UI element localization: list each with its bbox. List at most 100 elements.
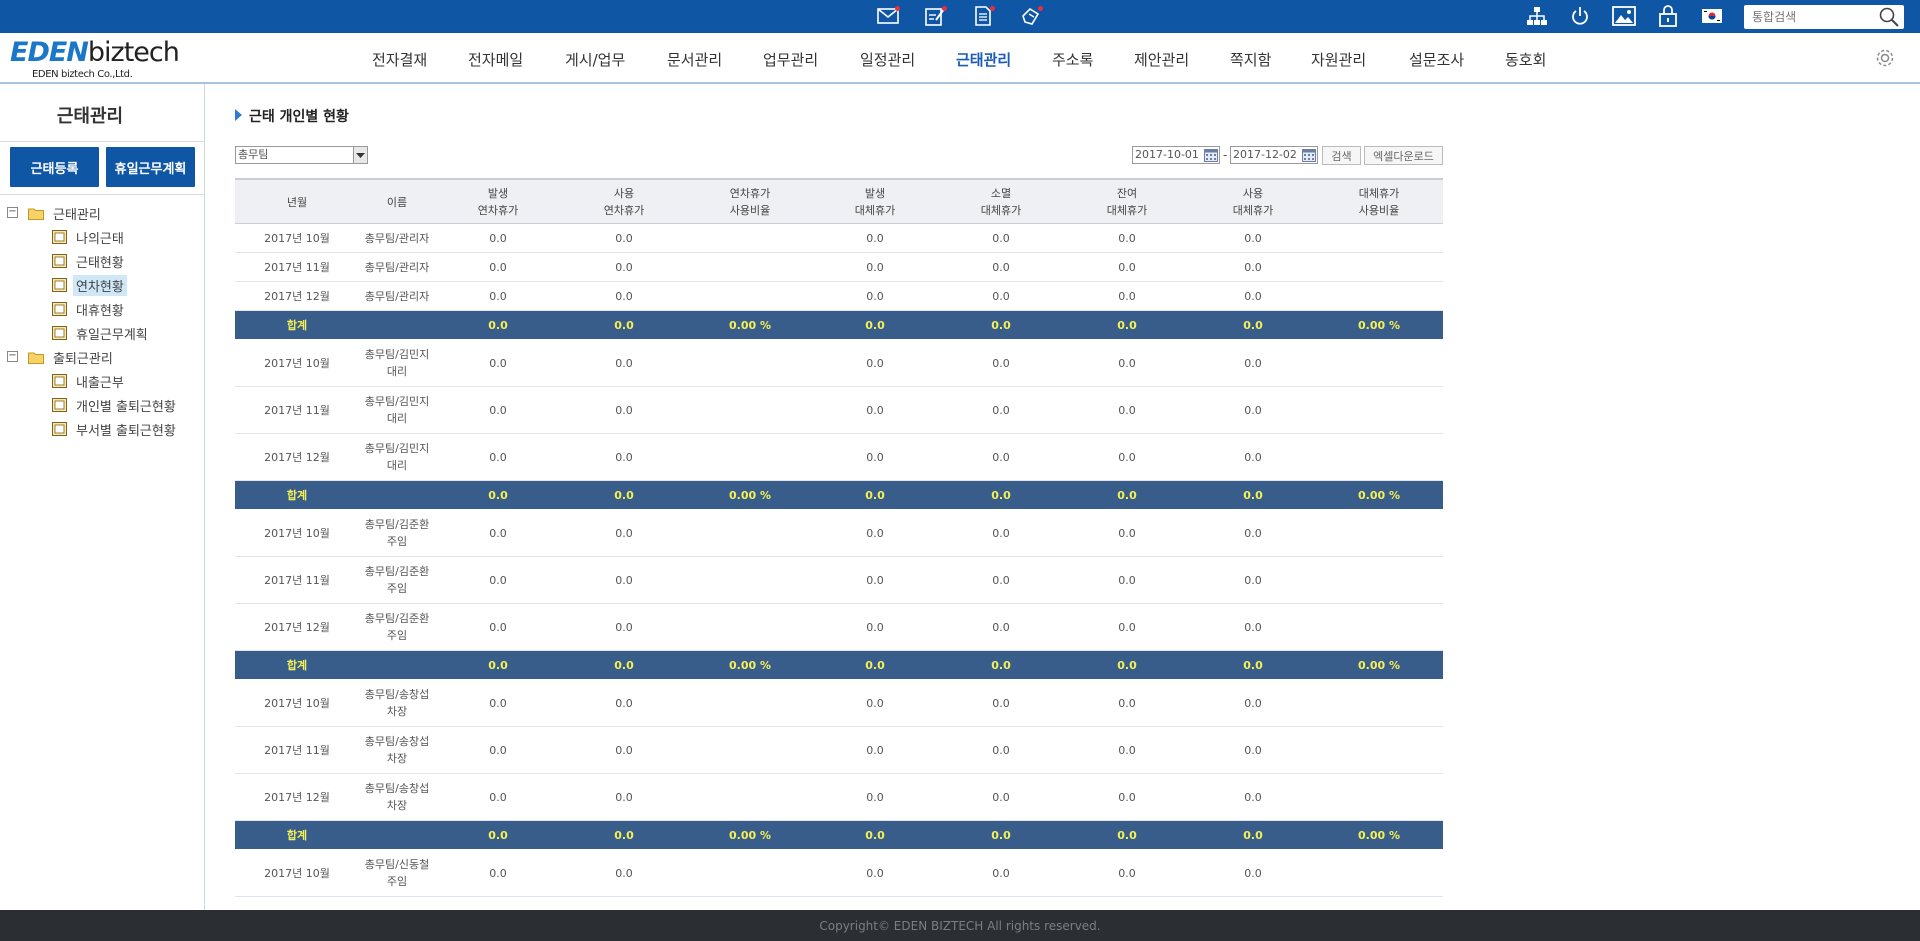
- table-cell: 0.0: [1118, 790, 1136, 804]
- table-cell: 0.00 %: [729, 828, 771, 842]
- column-header[interactable]: 사용 대체휴가: [1198, 180, 1308, 224]
- logo-text: EDENbiztech: [10, 37, 180, 68]
- column-header[interactable]: 사용 연차휴가: [569, 180, 679, 224]
- title-marker-icon: [235, 109, 242, 121]
- table-cell: [695, 774, 805, 820]
- picture-icon[interactable]: [1611, 4, 1637, 28]
- nav-item-attendance[interactable]: 근태관리: [956, 49, 1011, 70]
- search-input[interactable]: [1744, 5, 1874, 29]
- search-button[interactable]: 검색: [1322, 146, 1361, 165]
- nav-item-board[interactable]: 게시/업무: [565, 49, 625, 70]
- korea-flag-icon[interactable]: [1699, 4, 1725, 28]
- folder-icon: [28, 351, 44, 364]
- column-header[interactable]: 발생 대체휴가: [820, 180, 930, 224]
- table-cell: 0.0: [866, 356, 884, 370]
- search-icon[interactable]: [1878, 7, 1900, 27]
- nav-item-tasks[interactable]: 업무관리: [763, 49, 818, 70]
- table-cell: 2017년 11월: [264, 260, 330, 274]
- table-cell: 총무팀/김민지 대리: [342, 340, 452, 386]
- table-cell: 0.0: [992, 231, 1010, 245]
- table-cell: 0.0: [1117, 488, 1137, 502]
- sidebar-item-label: 내출근부: [76, 375, 124, 391]
- table-row: 2017년 12월 총무팀/송창섭 차장 0.0 0.0 0.0 0.0 0.0 0.0: [235, 774, 1443, 821]
- column-header-line: 대체휴가: [1106, 204, 1148, 217]
- table-cell: 0.0: [866, 260, 884, 274]
- nav-item-approval[interactable]: 전자결재: [372, 49, 427, 70]
- table-cell: [695, 557, 805, 603]
- chevron-down-icon[interactable]: [353, 147, 367, 163]
- calendar-icon[interactable]: [1302, 148, 1316, 162]
- sidebar-item-page[interactable]: 근태현황: [52, 250, 127, 272]
- table-cell: 0.0: [1243, 488, 1263, 502]
- sidebar-item-page[interactable]: 개인별 출퇴근현황: [52, 394, 179, 416]
- lock-icon[interactable]: [1655, 4, 1681, 28]
- attendance-register-button[interactable]: 근태등록: [10, 147, 99, 187]
- column-header-line: 사용비율: [729, 204, 771, 217]
- column-header[interactable]: 소멸 대체휴가: [946, 180, 1056, 224]
- nav-item-memos[interactable]: 쪽지함: [1230, 49, 1271, 70]
- sidebar-item-folder[interactable]: − 출퇴근관리: [7, 346, 116, 368]
- table-cell-line: 총무팀/김민지: [364, 348, 430, 361]
- sidebar-item-label: 연차현황: [73, 274, 127, 296]
- table-row: 2017년 10월 총무팀/김민지 대리 0.0 0.0 0.0 0.0 0.0 0.0: [235, 340, 1443, 387]
- logo[interactable]: EDENbiztech EDEN biztech Co.,Ltd.: [10, 38, 180, 82]
- holiday-work-plan-button[interactable]: 휴일근무계획: [106, 147, 195, 187]
- calendar-icon[interactable]: [1204, 148, 1218, 162]
- sidebar-item-page[interactable]: 부서별 출퇴근현황: [52, 418, 179, 440]
- table-cell: 0.0: [1244, 231, 1262, 245]
- table-cell: 0.0: [1243, 318, 1263, 332]
- table-cell: 2017년 10월: [264, 231, 330, 245]
- sidebar-item-label: 대휴현황: [76, 303, 124, 319]
- table-cell: 0.0: [489, 696, 507, 710]
- document-icon[interactable]: [970, 4, 996, 28]
- table-cell: 0.0: [1118, 866, 1136, 880]
- department-select[interactable]: 총무팀: [235, 146, 368, 164]
- settings-gear-icon[interactable]: [1874, 47, 1896, 69]
- sidebar-item-folder[interactable]: − 근태관리: [7, 202, 104, 224]
- table-cell-line: 총무팀/김준환: [364, 518, 430, 531]
- nav-item-schedule[interactable]: 일정관리: [860, 49, 915, 70]
- nav-item-proposals[interactable]: 제안관리: [1134, 49, 1189, 70]
- nav-item-club[interactable]: 동호회: [1505, 49, 1546, 70]
- column-header[interactable]: 연차휴가 사용비율: [695, 180, 805, 224]
- nav-item-documents[interactable]: 문서관리: [667, 49, 722, 70]
- table-cell: 2017년 10월: [264, 356, 330, 370]
- column-header[interactable]: 이름: [342, 180, 452, 224]
- table-cell: 0.0: [866, 289, 884, 303]
- tree-collapse-icon[interactable]: −: [7, 207, 18, 218]
- nav-item-addressbook[interactable]: 주소록: [1052, 49, 1093, 70]
- nav-item-email[interactable]: 전자메일: [468, 49, 523, 70]
- table-cell: 0.0: [489, 260, 507, 274]
- sidebar-item-page[interactable]: 나의근태: [52, 226, 127, 248]
- table-cell: 합계: [286, 828, 308, 842]
- table-cell: 0.0: [489, 526, 507, 540]
- column-header[interactable]: 잔여 대체휴가: [1072, 180, 1182, 224]
- approval-icon[interactable]: [922, 4, 948, 28]
- table-cell: 2017년 11월: [264, 573, 330, 587]
- date-to-input[interactable]: 2017-12-02: [1230, 146, 1318, 164]
- sidebar-item-page[interactable]: 휴일근무계획: [52, 322, 151, 344]
- mail-icon[interactable]: [875, 4, 901, 28]
- table-cell: 0.0: [615, 573, 633, 587]
- tree-collapse-icon[interactable]: −: [7, 351, 18, 362]
- date-from-input[interactable]: 2017-10-01: [1132, 146, 1220, 164]
- table-cell: 0.0: [866, 573, 884, 587]
- column-header[interactable]: 대체휴가 사용비율: [1324, 180, 1434, 224]
- column-header[interactable]: 발생 연차휴가: [443, 180, 553, 224]
- sidebar-item-page[interactable]: 연차현황: [52, 274, 127, 296]
- table-cell: 0.0: [1244, 403, 1262, 417]
- table-cell: 0.0: [615, 450, 633, 464]
- table-cell: 0.0: [992, 403, 1010, 417]
- org-chart-icon[interactable]: [1524, 4, 1550, 28]
- hand-icon[interactable]: [1018, 4, 1044, 28]
- sidebar-item-page[interactable]: 내출근부: [52, 370, 127, 392]
- nav-item-survey[interactable]: 설문조사: [1409, 49, 1464, 70]
- table-cell-line: 총무팀/김준환: [364, 612, 430, 625]
- column-header[interactable]: 년월: [242, 180, 352, 224]
- sidebar-item-page[interactable]: 대휴현황: [52, 298, 127, 320]
- excel-download-button[interactable]: 엑셀다운로드: [1364, 146, 1443, 165]
- power-icon[interactable]: [1567, 4, 1593, 28]
- table-cell: 0.0: [992, 260, 1010, 274]
- nav-item-resources[interactable]: 자원관리: [1311, 49, 1366, 70]
- table-cell: 합계: [286, 658, 308, 672]
